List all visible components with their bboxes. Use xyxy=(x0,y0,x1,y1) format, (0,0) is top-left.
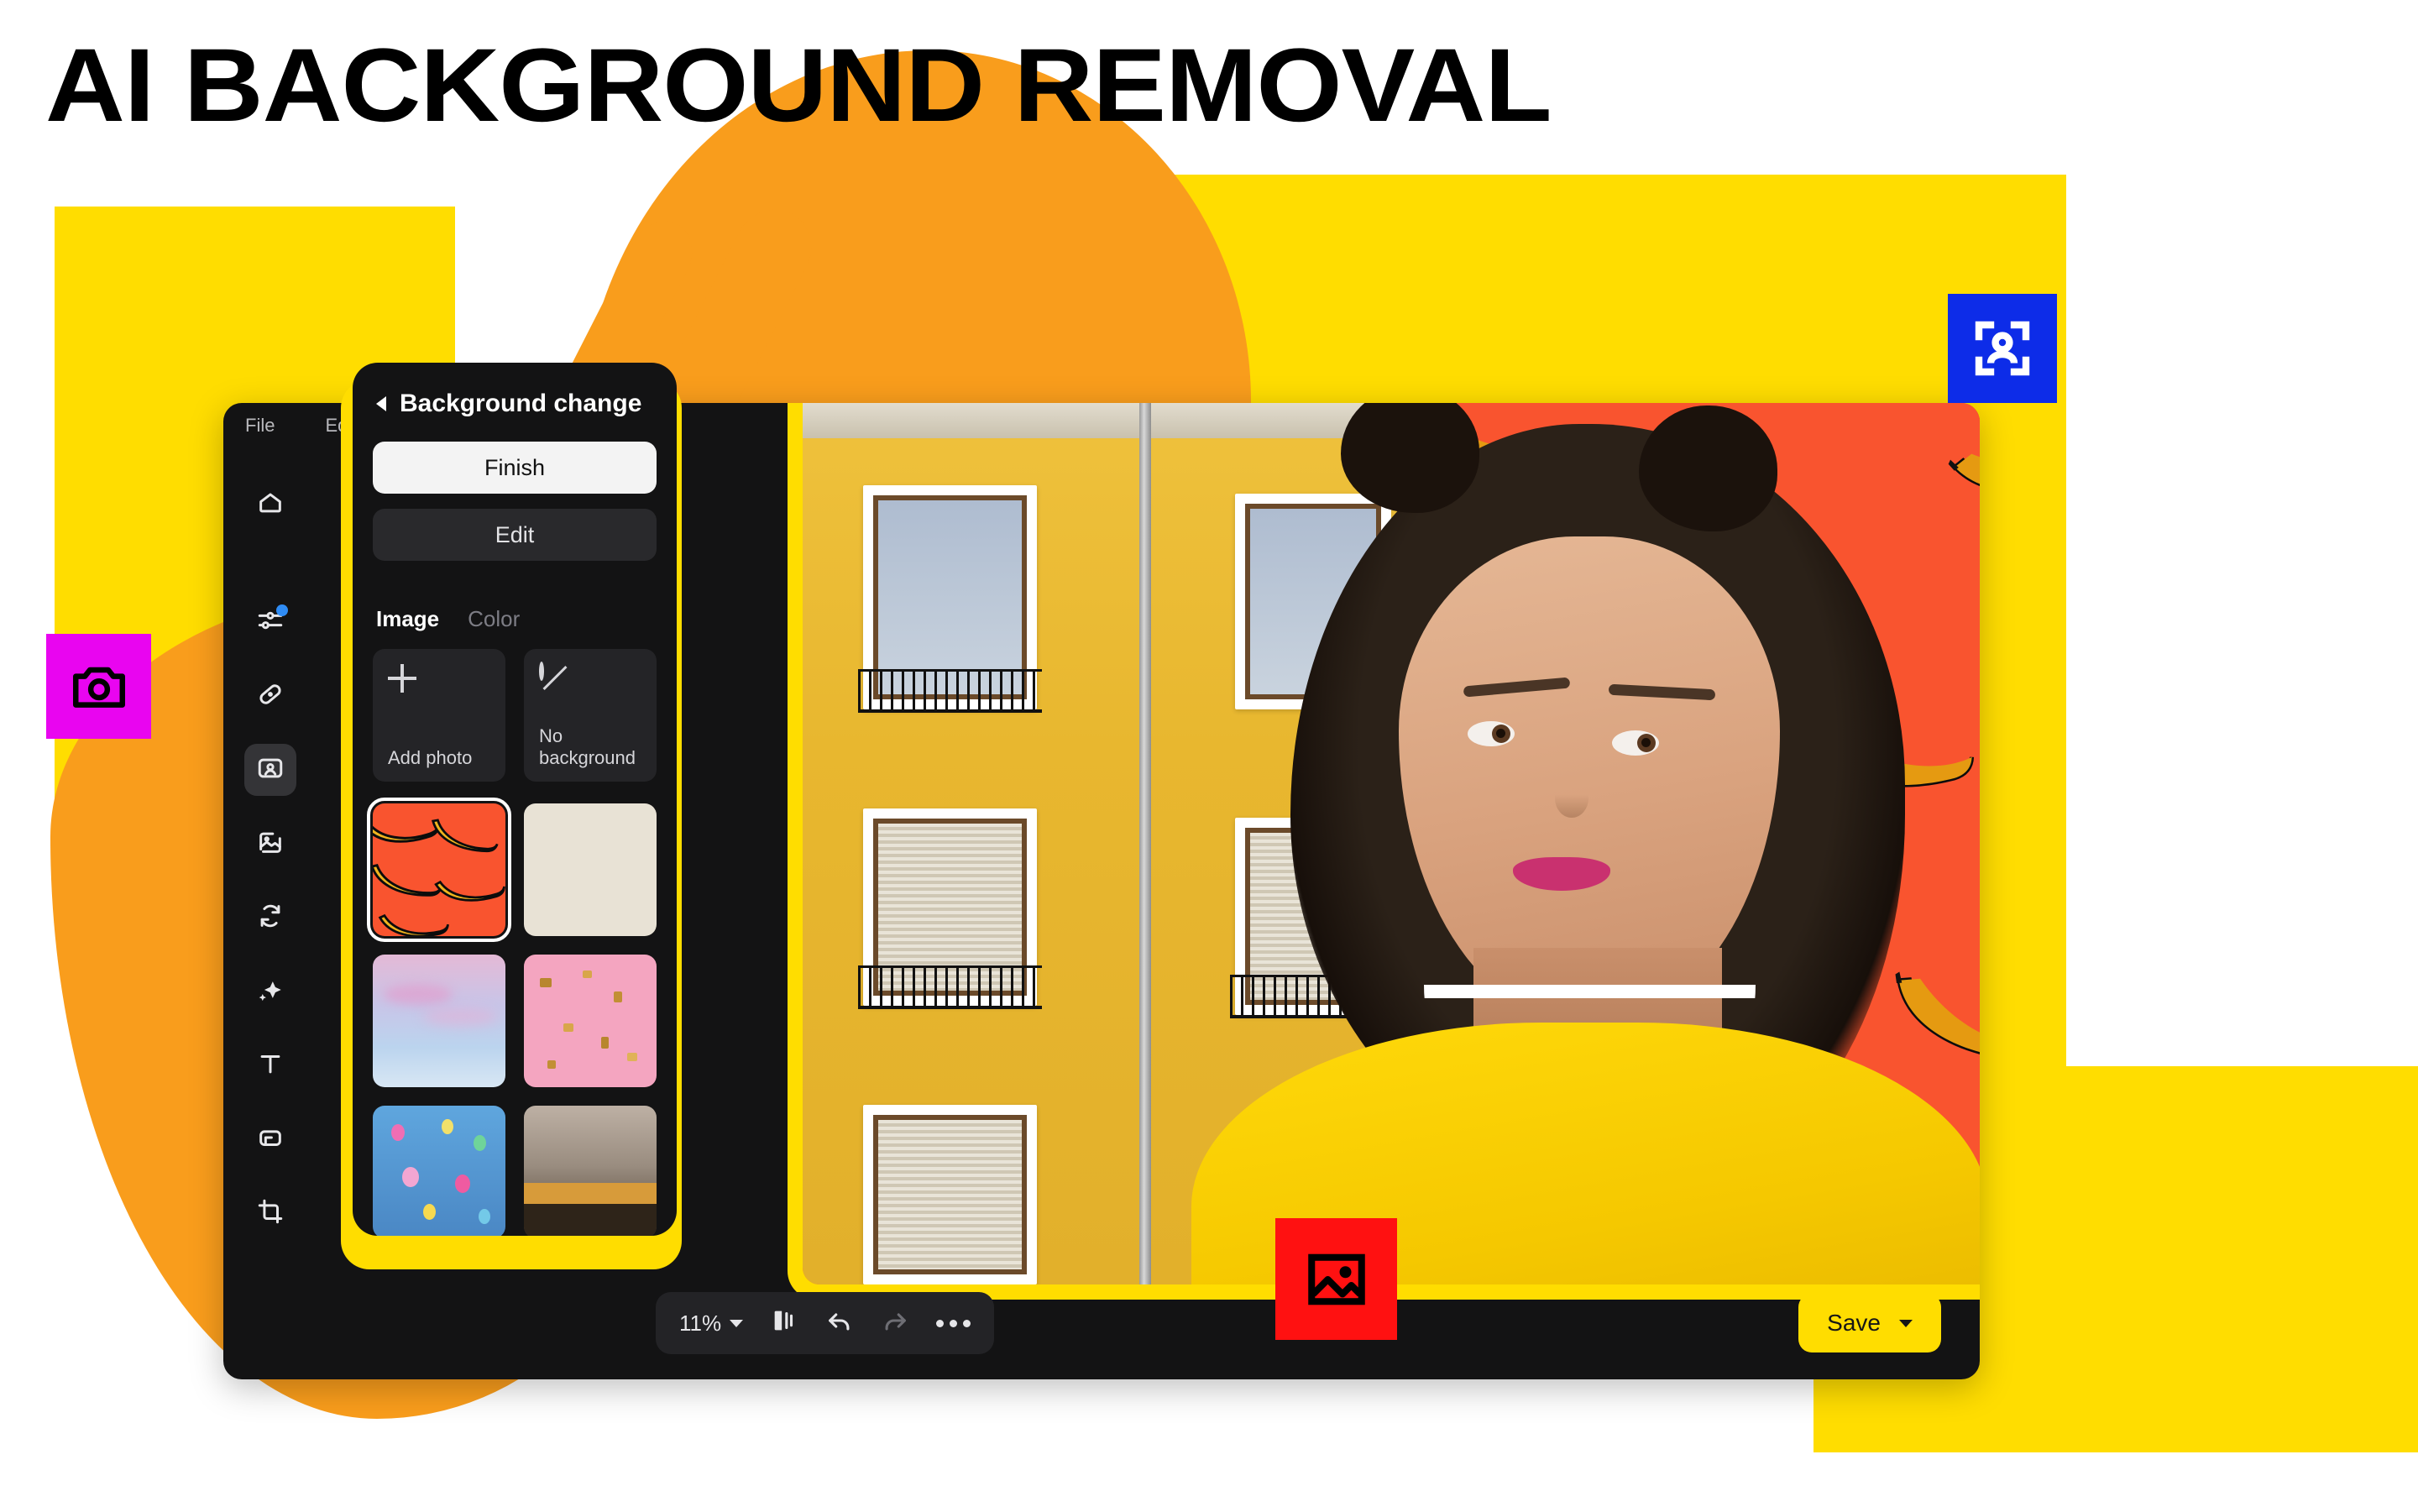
compare-button[interactable] xyxy=(758,1299,810,1347)
panel-title: Background change xyxy=(400,390,642,417)
zoom-control[interactable]: 11% xyxy=(667,1299,755,1347)
rail-crop[interactable] xyxy=(244,1187,296,1239)
rail-frame[interactable] xyxy=(244,1113,296,1165)
background-change-panel: Background change Finish Edit Image Colo… xyxy=(353,363,677,1236)
camera-badge xyxy=(46,634,151,739)
tab-image[interactable]: Image xyxy=(376,606,439,632)
panel-tabs: Image Color xyxy=(376,606,657,632)
facade-drainpipe xyxy=(1138,403,1151,1284)
rail-retouch[interactable] xyxy=(244,670,296,722)
bandage-icon xyxy=(256,680,285,713)
save-button[interactable]: Save xyxy=(1798,1294,1941,1352)
compare-icon xyxy=(770,1306,798,1341)
home-icon xyxy=(256,489,285,521)
chevron-down-icon xyxy=(730,1319,744,1327)
canvas-subject-portrait xyxy=(1175,403,1980,1284)
camera-icon xyxy=(72,667,125,708)
sparkle-icon xyxy=(256,976,285,1008)
notification-dot xyxy=(276,604,288,616)
refresh-icon xyxy=(256,902,285,934)
panel-header: Background change xyxy=(376,390,657,418)
crop-icon xyxy=(256,1197,285,1230)
rail-effects[interactable] xyxy=(244,965,296,1018)
canvas-frame xyxy=(788,403,1980,1300)
undo-icon xyxy=(825,1306,854,1341)
background-thumbnail-grid xyxy=(367,798,657,1236)
rail-adjustments[interactable] xyxy=(244,596,296,648)
zoom-level-label: 11% xyxy=(679,1310,722,1336)
save-button-label: Save xyxy=(1827,1310,1881,1336)
menu-item-file[interactable]: File xyxy=(245,415,275,437)
face-scan-icon xyxy=(1975,321,2030,376)
rail-home[interactable] xyxy=(244,479,296,531)
thumbnail-pastel-sky[interactable] xyxy=(373,955,505,1087)
thumbnail-blue-balloons[interactable] xyxy=(373,1106,505,1236)
poster-stage: AI BACKGROUND REMOVAL File Edit xyxy=(0,0,2418,1512)
no-background-button[interactable]: No background xyxy=(524,649,657,782)
image-edit-icon xyxy=(256,828,285,861)
redo-icon xyxy=(881,1306,909,1341)
frame-icon xyxy=(256,1123,285,1156)
rail-replace[interactable] xyxy=(244,892,296,944)
rail-background[interactable] xyxy=(244,818,296,870)
thumbnail-paper-texture[interactable] xyxy=(524,803,657,936)
undo-button[interactable] xyxy=(814,1299,866,1347)
facade-window xyxy=(862,1105,1038,1284)
image-badge xyxy=(1275,1218,1397,1340)
add-photo-label: Add photo xyxy=(388,746,473,768)
subject-hair-bun-right xyxy=(1639,405,1778,532)
face-scan-badge xyxy=(1948,294,2057,403)
canvas-toolbar: 11% xyxy=(656,1292,995,1354)
finish-button[interactable]: Finish xyxy=(373,442,657,494)
panel-actions: Add photo No background xyxy=(373,649,657,782)
subject-lips xyxy=(1513,856,1611,891)
bottom-bar: 11% Save xyxy=(223,1279,1980,1379)
facade-window xyxy=(857,808,1043,1010)
editor-canvas[interactable] xyxy=(803,403,1980,1284)
no-symbol-icon xyxy=(539,662,544,681)
no-background-label: No background xyxy=(539,725,636,768)
subject-hair-bun-left xyxy=(1340,403,1479,513)
tab-color[interactable]: Color xyxy=(468,606,520,632)
tool-rail xyxy=(223,453,317,1279)
rail-text[interactable] xyxy=(244,1039,296,1091)
thumbnail-pink-confetti[interactable] xyxy=(524,955,657,1087)
redo-button[interactable] xyxy=(869,1299,921,1347)
edit-button[interactable]: Edit xyxy=(373,509,657,561)
chevron-left-icon[interactable] xyxy=(376,396,386,411)
rail-portrait[interactable] xyxy=(244,744,296,796)
thumbnail-banana-pattern[interactable] xyxy=(367,798,511,942)
text-icon xyxy=(256,1049,285,1082)
facade-window xyxy=(857,484,1043,714)
page-title: AI BACKGROUND REMOVAL xyxy=(45,28,1552,144)
more-dots-icon xyxy=(936,1319,971,1327)
portrait-icon xyxy=(256,754,285,787)
chevron-down-icon xyxy=(1899,1319,1913,1327)
add-photo-button[interactable]: Add photo xyxy=(373,649,505,782)
thumbnail-building-facade[interactable] xyxy=(524,1106,657,1236)
image-icon xyxy=(1307,1253,1365,1305)
more-options-button[interactable] xyxy=(924,1299,982,1347)
